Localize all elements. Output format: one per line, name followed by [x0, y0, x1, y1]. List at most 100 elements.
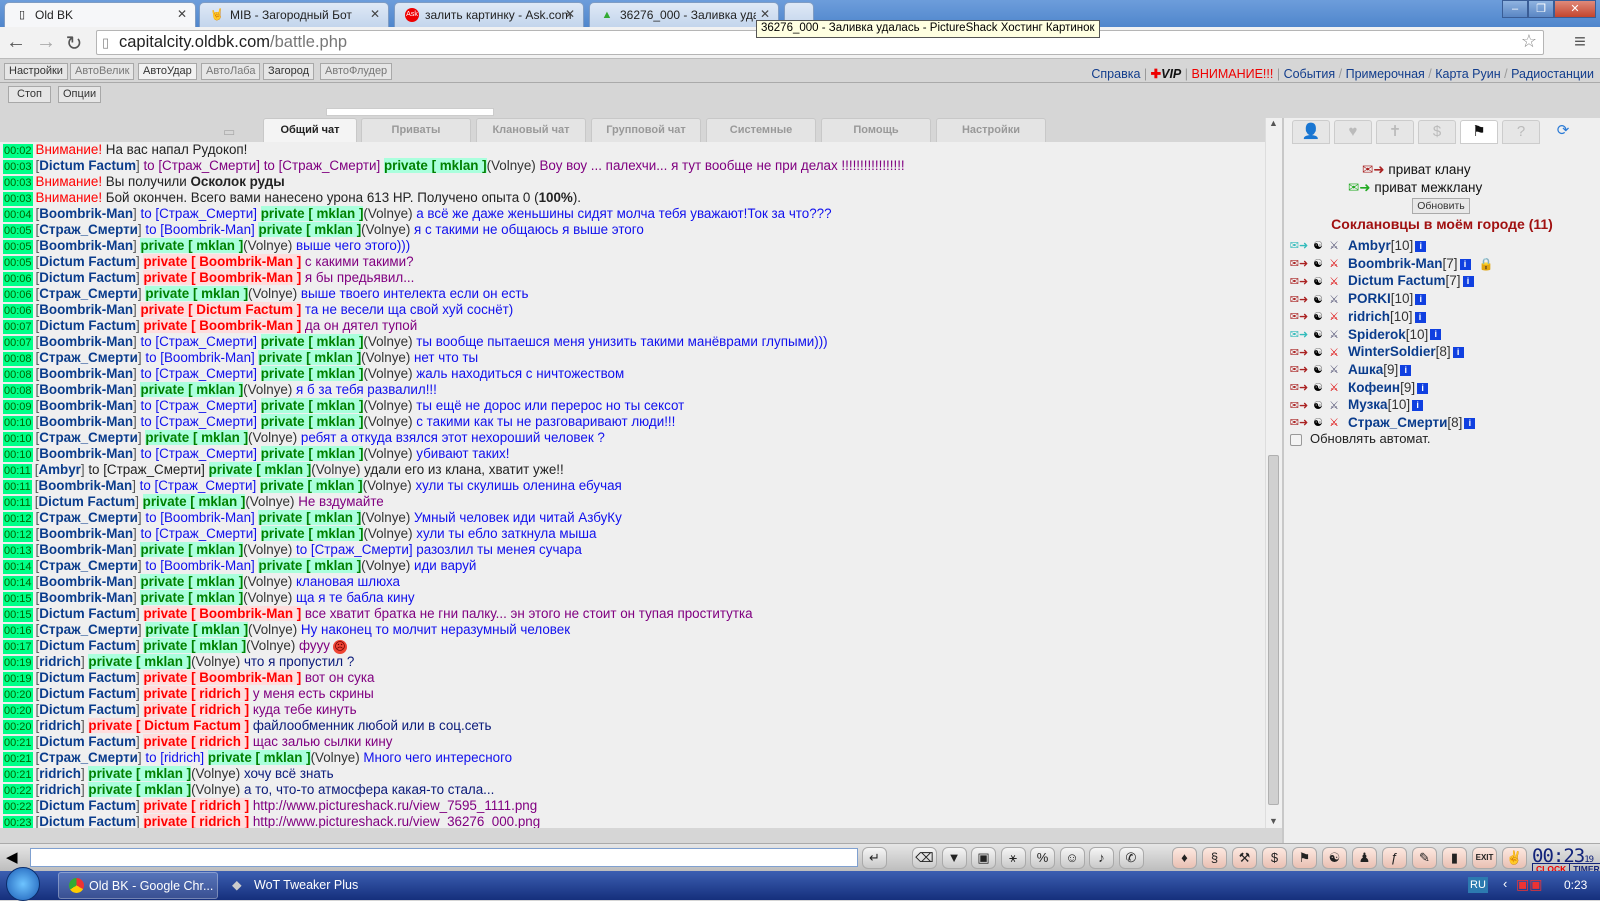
chat-scroll-thumb[interactable] — [1268, 455, 1279, 805]
member-name[interactable]: Ашка — [1348, 362, 1383, 377]
private-clan-link[interactable]: ✉➜ приват клану — [1362, 162, 1471, 178]
sender-nick[interactable]: Dictum Factum — [39, 734, 136, 749]
sender-nick[interactable]: Страж_Смерти — [39, 430, 138, 445]
chat-tab-1[interactable]: Приваты — [361, 118, 471, 142]
tab-chat-users-icon[interactable]: 👤 — [1292, 120, 1330, 144]
info-icon[interactable]: i — [1415, 240, 1427, 252]
info-icon[interactable]: i — [1464, 417, 1476, 429]
close-tab-icon[interactable]: ✕ — [565, 7, 575, 21]
feather-icon[interactable]: ✎ — [1412, 847, 1437, 869]
tab-clan-icon[interactable]: ⚑ — [1460, 120, 1498, 144]
sender-nick[interactable]: Boombrik-Man — [39, 238, 133, 253]
menu-icon[interactable]: ≡ — [1568, 31, 1592, 54]
chat-tab-3[interactable]: Групповой чат — [591, 118, 701, 142]
zagorod-button[interactable]: Загород — [263, 63, 315, 80]
smiley-icon[interactable]: ☺ — [1059, 847, 1085, 869]
info-icon[interactable]: i — [1400, 364, 1412, 376]
private-tag[interactable]: private [ Boombrik-Man ] — [143, 270, 302, 285]
private-tag[interactable]: private [ ridrich ] — [143, 702, 250, 717]
recipient[interactable]: to [ridrich] — [145, 750, 208, 765]
private-tag[interactable]: private [ ridrich ] — [143, 814, 250, 828]
private-tag[interactable]: private [ Dictum Factum ] — [88, 718, 250, 733]
private-arrow-icon[interactable]: ✉➜ — [1288, 275, 1310, 289]
private-tag[interactable]: private [ mklan ] — [140, 574, 244, 589]
flag-icon[interactable]: ⚑ — [1292, 847, 1317, 869]
chat-tab-4[interactable]: Системные — [706, 118, 816, 142]
minimize-button[interactable]: – — [1502, 0, 1528, 18]
users-icon[interactable]: ♟ — [1352, 847, 1377, 869]
private-tag[interactable]: private [ mklan ] — [140, 382, 244, 397]
private-arrow-icon[interactable]: ✉➜ — [1288, 310, 1310, 324]
sender-nick[interactable]: Boombrik-Man — [39, 446, 133, 461]
sender-nick[interactable]: ridrich — [39, 782, 81, 797]
sender-nick[interactable]: Dictum Factum — [38, 494, 135, 509]
sender-nick[interactable]: Boombrik-Man — [39, 526, 133, 541]
sender-nick[interactable]: Страж_Смерти — [39, 350, 138, 365]
recipient[interactable]: to [Страж_Смерти] — [140, 334, 260, 349]
recipient[interactable]: to [Boombrik-Man] — [145, 222, 258, 237]
dance-icon[interactable]: ⚹ — [1000, 847, 1026, 869]
private-tag[interactable]: private [ mklan ] — [258, 510, 362, 525]
private-tag[interactable]: private [ ridrich ] — [143, 734, 250, 749]
back-icon[interactable]: ← — [4, 31, 28, 54]
private-arrow-icon[interactable]: ✉➜ — [1288, 328, 1310, 342]
close-tab-icon[interactable]: ✕ — [370, 7, 380, 21]
private-tag[interactable]: private [ Boombrik-Man ] — [143, 606, 302, 621]
member-name[interactable]: Музка — [1348, 397, 1388, 412]
network-icon[interactable]: ▣▣ — [1516, 876, 1542, 893]
rock-hand-icon[interactable]: ✌ — [1502, 847, 1527, 869]
member-name[interactable]: Кофеин — [1348, 380, 1400, 395]
recipient[interactable]: to [Страж_Смерти] — [140, 478, 260, 493]
private-tag[interactable]: private [ Boombrik-Man ] — [143, 254, 302, 269]
browser-tab-mib[interactable]: 🤘 MIB - Загородный Бот ✕ — [199, 2, 389, 27]
info-icon[interactable]: i — [1414, 311, 1426, 323]
sender-nick[interactable]: Dictum Factum — [39, 798, 136, 813]
sender-nick[interactable]: Ambyr — [38, 462, 80, 477]
sender-nick[interactable]: Страж_Смерти — [39, 510, 138, 525]
sender-nick[interactable]: Dictum Factum — [39, 158, 136, 173]
sender-nick[interactable]: Boombrik-Man — [39, 382, 133, 397]
private-tag[interactable]: private [ mklan ] — [143, 638, 247, 653]
info-icon[interactable]: i — [1459, 258, 1471, 270]
private-tag[interactable]: private [ mklan ] — [140, 590, 244, 605]
sender-nick[interactable]: Boombrik-Man — [39, 574, 133, 589]
fitting-room-link[interactable]: Примерочная — [1346, 67, 1425, 81]
eraser-icon[interactable]: ⌫ — [912, 847, 937, 869]
private-tag[interactable]: private [ mklan ] — [208, 462, 312, 477]
private-tag[interactable]: private [ mklan ] — [145, 430, 249, 445]
sender-nick[interactable]: Dictum Factum — [39, 318, 136, 333]
sender-nick[interactable]: Boombrik-Man — [39, 206, 133, 221]
maximize-button[interactable]: ❐ — [1528, 0, 1554, 18]
sound-icon[interactable]: ♪ — [1089, 847, 1114, 869]
bookmark-star-icon[interactable]: ☆ — [1521, 31, 1537, 52]
recipient[interactable]: to [Boombrik-Man] — [145, 558, 258, 573]
private-arrow-icon[interactable]: ✉➜ — [1288, 293, 1310, 307]
autoflooder-button[interactable]: АвтоФлудер — [320, 63, 393, 80]
info-icon[interactable]: i — [1417, 382, 1429, 394]
sender-nick[interactable]: Boombrik-Man — [39, 334, 133, 349]
private-arrow-icon[interactable]: ✉➜ — [1288, 399, 1310, 413]
sender-nick[interactable]: Dictum Factum — [39, 270, 136, 285]
private-arrow-icon[interactable]: ✉➜ — [1288, 346, 1310, 360]
private-tag[interactable]: private [ mklan ] — [145, 622, 249, 637]
private-tag[interactable]: private [ Boombrik-Man ] — [143, 318, 302, 333]
sender-nick[interactable]: Boombrik-Man — [39, 398, 133, 413]
autovelik-button[interactable]: АвтоВелик — [70, 63, 135, 80]
info-icon[interactable]: i — [1412, 400, 1424, 412]
browser-tab-old-bk[interactable]: ▯ Old BK ✕ — [4, 2, 196, 27]
exit-icon[interactable]: EXIT — [1472, 847, 1497, 869]
close-tab-icon[interactable]: ✕ — [177, 7, 187, 21]
tab-cross-icon[interactable]: ✝ — [1376, 120, 1414, 144]
info-icon[interactable]: i — [1452, 347, 1464, 359]
taskbar-chrome[interactable]: Old BK - Google Chr... — [58, 872, 218, 899]
sender-nick[interactable]: ridrich — [39, 766, 81, 781]
taskbar-wot-tweaker[interactable]: ◆ WoT Tweaker Plus — [224, 872, 358, 899]
autolaba-button[interactable]: АвтоЛаба — [201, 63, 261, 80]
options-button[interactable]: Опции — [58, 86, 102, 103]
member-name[interactable]: ridrich — [1348, 309, 1390, 324]
sender-nick[interactable]: Boombrik-Man — [39, 414, 133, 429]
member-name[interactable]: Страж_Смерти — [1348, 415, 1447, 430]
scroll-up-icon[interactable]: ▲ — [1269, 118, 1278, 128]
help-link[interactable]: Справка — [1091, 67, 1140, 81]
private-tag[interactable]: private [ mklan ] — [260, 414, 364, 429]
